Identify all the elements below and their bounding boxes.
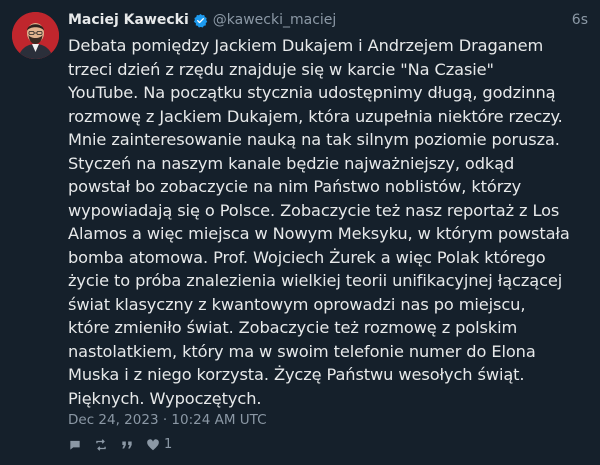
like-button[interactable]: 1 — [146, 437, 172, 452]
tweet: Maciej Kawecki @kawecki_maciej 6s Debata… — [0, 0, 600, 465]
tweet-header: Maciej Kawecki @kawecki_maciej 6s — [68, 10, 588, 30]
author-handle[interactable]: @kawecki_maciej — [213, 12, 337, 28]
comment-icon — [70, 440, 80, 450]
tweet-actions: 1 — [68, 437, 184, 452]
like-count: 1 — [164, 437, 173, 452]
retweet-icon — [96, 438, 106, 451]
author-name[interactable]: Maciej Kawecki — [68, 12, 189, 28]
quote-button[interactable] — [120, 438, 134, 452]
author-avatar[interactable] — [12, 12, 59, 59]
quote-icon — [122, 441, 132, 448]
tweet-text: Debata pomiędzy Jackiem Dukajem i Andrze… — [68, 36, 570, 408]
reply-button[interactable] — [68, 438, 82, 452]
heart-icon — [147, 438, 159, 450]
retweet-button[interactable] — [94, 438, 108, 452]
tweet-time[interactable]: 6s — [572, 12, 588, 28]
verified-badge-icon — [193, 13, 208, 28]
tweet-date[interactable]: Dec 24, 2023 · 10:24 AM UTC — [68, 412, 267, 428]
